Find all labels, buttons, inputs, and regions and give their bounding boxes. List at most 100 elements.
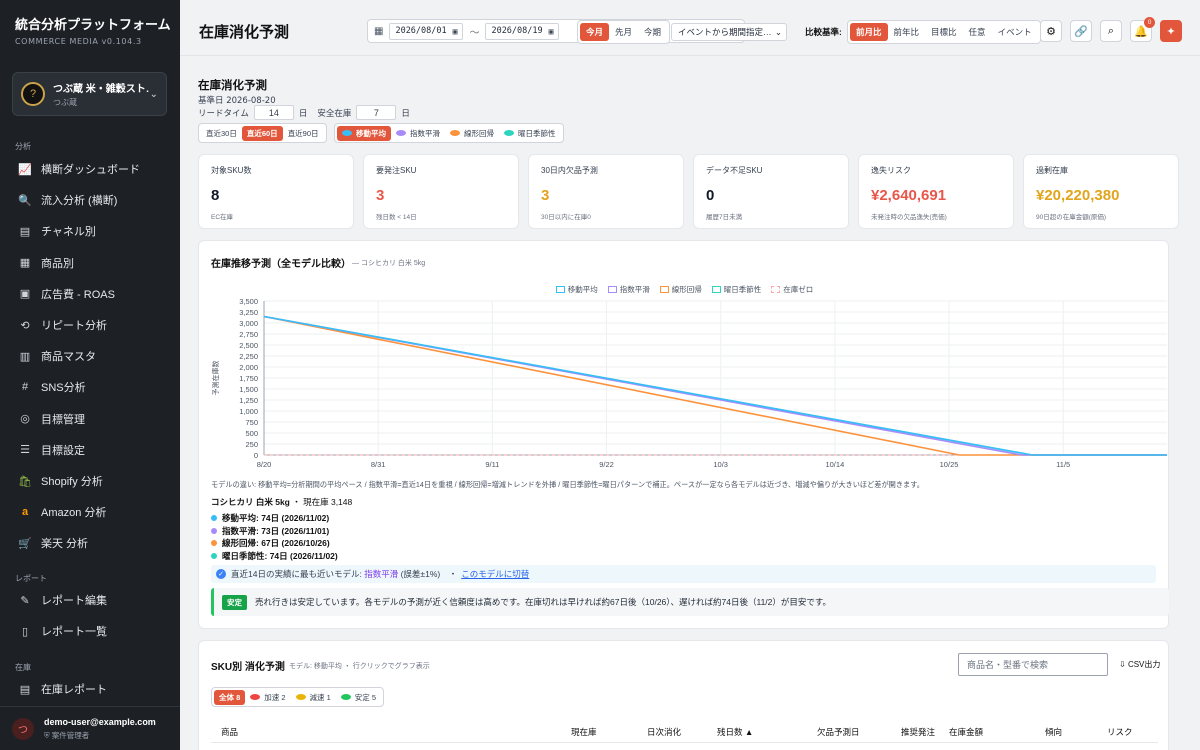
- lead-time-input[interactable]: 14: [253, 105, 294, 120]
- y-tick-label: 2,750: [239, 330, 258, 339]
- avatar: つ: [12, 717, 34, 740]
- tab-model-3[interactable]: 曜日季節性: [499, 126, 561, 141]
- csv-export-button[interactable]: ⇩ CSV出力: [1119, 659, 1160, 670]
- forecast-params: リードタイム 14 日 安全在庫 7 日: [198, 105, 410, 120]
- safety-stock-input[interactable]: 7: [356, 105, 397, 120]
- sidebar-item-label: リピート分析: [41, 320, 107, 332]
- user-menu[interactable]: つ demo-user@example.com ⛨ 案件管理者: [0, 706, 180, 750]
- tab-range-1[interactable]: 直近60日: [241, 125, 283, 141]
- series-line: [263, 315, 1167, 456]
- table-header-cell[interactable]: 残日数 ▲: [717, 726, 753, 738]
- download-icon: ⇩: [1119, 660, 1128, 669]
- y-axis-label: 予測在庫数: [211, 361, 220, 396]
- table-header-cell[interactable]: 日次消化: [647, 726, 681, 738]
- notification-button[interactable]: 🔔 0: [1130, 17, 1155, 42]
- store-name: つぶ蔵 米・雑穀スト…: [53, 84, 150, 95]
- sidebar-item-analysis-3[interactable]: ▦ 商品別: [0, 249, 180, 277]
- sku-search-input[interactable]: 商品名・型番で検索: [958, 653, 1108, 676]
- section-label-report: レポート: [15, 574, 47, 583]
- forecast-chart-card: 在庫推移予測（全モデル比較） — コシヒカリ 白米 5kg 移動平均 指数平滑 線形…: [198, 240, 1169, 629]
- link-icon: 🔗: [1074, 25, 1088, 38]
- tab-range-0[interactable]: 直近30日: [201, 126, 242, 141]
- sidebar-item-analysis-0[interactable]: 📈 横断ダッシュボード: [0, 155, 180, 183]
- search-icon: 🔍: [18, 194, 32, 207]
- target-icon: ◎: [20, 413, 30, 426]
- sku-summary: コシヒカリ 白米 5kg ・ 現在庫 3,148: [211, 497, 353, 507]
- brand-version: COMMERCE MEDIA v0.104.3: [15, 37, 142, 46]
- sku-filter-1[interactable]: 加速 2: [245, 690, 290, 705]
- tab-period-0[interactable]: 今月: [580, 23, 610, 41]
- stability-note: 安定 売れ行きは安定しています。各モデルの予測が近く信頼度は高めです。在庫切れは…: [211, 588, 1169, 616]
- table-header-cell[interactable]: 在庫金額: [949, 726, 983, 738]
- sidebar-item-analysis-6[interactable]: ▥ 商品マスタ: [0, 342, 180, 370]
- kpi-value: 8: [211, 187, 220, 204]
- sidebar-item-analysis-8[interactable]: ◎ 目標管理: [0, 405, 180, 433]
- tab-model-1[interactable]: 指数平滑: [391, 126, 445, 141]
- line-chart-icon: 📈: [18, 163, 32, 176]
- compare-tabs: 前月比 前年比 目標比 任意 イベント: [847, 20, 1041, 44]
- table-header-cell[interactable]: 欠品予測日: [817, 726, 860, 738]
- x-tick-label: 8/20: [257, 460, 272, 469]
- sidebar-item-analysis-12[interactable]: 🛒 楽天 分析: [0, 529, 180, 557]
- tab-compare-0[interactable]: 前月比: [850, 23, 888, 41]
- filter-dot: [340, 694, 351, 700]
- tab-model-2[interactable]: 線形回帰: [445, 126, 499, 141]
- sidebar-item-analysis-9[interactable]: ☰ 目標設定: [0, 436, 180, 464]
- kpi-label: 逸失リスク: [871, 166, 911, 175]
- settings-button[interactable]: ⚙: [1040, 20, 1062, 42]
- table-header-cell[interactable]: 推奨発注: [901, 726, 935, 738]
- table-header-cell[interactable]: 傾向: [1045, 726, 1062, 738]
- forecast-chart: 0 250 500 750 1,000 1,250 1,500 1,750 2,000 2,250…: [211, 297, 1167, 469]
- table-header-cell[interactable]: リスク: [1107, 726, 1133, 738]
- sku-filter-tabs: 全体 8 加速 2 減速 1 安定 5: [211, 687, 385, 707]
- tab-compare-2[interactable]: 目標比: [925, 23, 963, 41]
- store-selector[interactable]: ? つぶ蔵 米・雑穀スト… つぶ蔵 ⌄: [12, 72, 167, 116]
- y-tick-label: 3,000: [239, 319, 258, 328]
- sku-filter-3[interactable]: 安定 5: [336, 690, 381, 705]
- tab-range-2[interactable]: 直近90日: [283, 126, 324, 141]
- user-email: demo-user@example.com: [44, 716, 156, 727]
- table-header-cell[interactable]: 現在庫: [571, 726, 597, 738]
- sidebar-item-analysis-5[interactable]: ⟲ リピート分析: [0, 311, 180, 339]
- y-tick-label: 500: [245, 429, 258, 438]
- sidebar-item-analysis-4[interactable]: ▣ 広告費 - ROAS: [0, 280, 180, 308]
- tab-period-2[interactable]: 今期: [638, 23, 667, 41]
- date-to-input[interactable]: 2026/08/19 ▣: [485, 22, 560, 40]
- search-button[interactable]: ⌕: [1100, 20, 1122, 42]
- event-select[interactable]: イベントから期間指定… ⌄: [671, 23, 787, 41]
- link-button[interactable]: 🔗: [1070, 20, 1092, 42]
- sidebar-item-analysis-1[interactable]: 🔍 流入分析 (横断): [0, 186, 180, 214]
- sidebar-item-analysis-10[interactable]: 🛍 Shopify 分析: [0, 467, 180, 495]
- switch-model-link[interactable]: このモデルに切替: [461, 568, 529, 580]
- sku-filter-2[interactable]: 減速 1: [291, 690, 336, 705]
- tab-compare-3[interactable]: 任意: [963, 23, 992, 41]
- sku-filter-0[interactable]: 全体 8: [214, 689, 246, 705]
- tab-compare-1[interactable]: 前年比: [888, 23, 926, 41]
- kpi-card: 対象SKU数 8 EC在庫: [198, 154, 354, 229]
- sidebar-item-report-1[interactable]: ▯ レポート一覧: [0, 617, 180, 645]
- kpi-label: 対象SKU数: [211, 166, 252, 175]
- kpi-card: 過剰在庫 ¥20,220,380 90日超の在庫金額(原価): [1023, 154, 1179, 229]
- table-header-cell[interactable]: 商品: [221, 726, 238, 738]
- kpi-value: 3: [376, 187, 385, 204]
- sidebar-item-analysis-11[interactable]: a Amazon 分析: [0, 498, 180, 526]
- tab-compare-4[interactable]: イベント: [992, 23, 1038, 41]
- sidebar-item-analysis-7[interactable]: # SNS分析: [0, 373, 180, 401]
- kpi-note: 90日超の在庫金額(原価): [1036, 214, 1107, 221]
- model-dot: [396, 130, 406, 136]
- sku-forecast-card: SKU別 消化予測 モデル: 移動平均 ・ 行クリックでグラフ表示 商品名・型番…: [198, 640, 1169, 750]
- model-result-text: 移動平均: 74日 (2026/11/02): [222, 513, 330, 523]
- date-from-input[interactable]: 2026/08/01 ▣: [389, 22, 464, 40]
- sidebar-item-label: 商品別: [41, 257, 74, 270]
- sidebar-item-label: レポート編集: [41, 595, 107, 607]
- tab-model-0[interactable]: 移動平均: [337, 125, 391, 141]
- x-tick-label: 8/31: [371, 460, 386, 469]
- tab-period-1[interactable]: 先月: [609, 23, 638, 41]
- kpi-label: 要発注SKU: [376, 166, 417, 175]
- sidebar-item-analysis-2[interactable]: ▤ チャネル別: [0, 217, 180, 245]
- calendar-icon: ▣: [548, 26, 554, 36]
- magic-button[interactable]: ✦: [1160, 20, 1182, 42]
- y-tick-label: 2,500: [239, 341, 258, 350]
- sidebar-item-report-0[interactable]: ✎ レポート編集: [0, 586, 180, 614]
- sidebar-item-stock-0[interactable]: ▤ 在庫レポート: [0, 675, 180, 703]
